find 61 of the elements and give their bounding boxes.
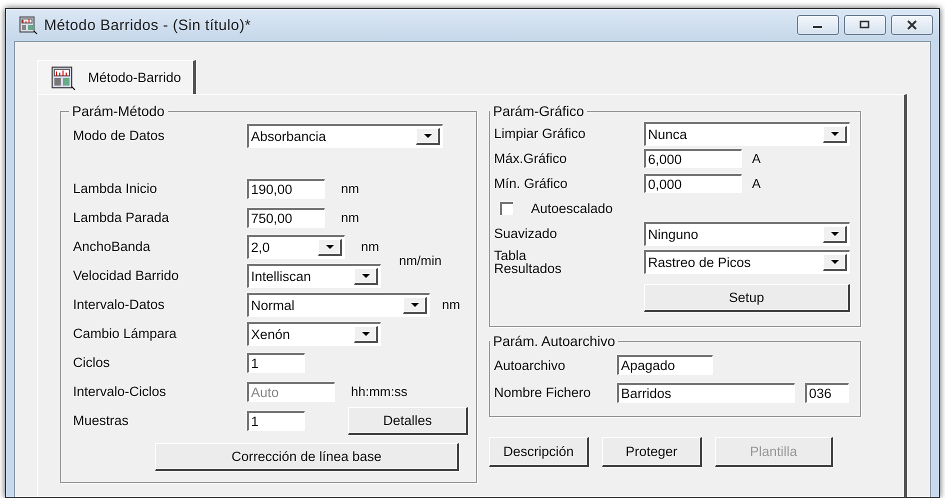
input-field[interactable]: 6,000 bbox=[644, 149, 742, 168]
details-button[interactable]: Detalles bbox=[348, 406, 468, 434]
unit-label: hh:mm:ss bbox=[351, 384, 408, 399]
input-field[interactable]: 1 bbox=[247, 410, 305, 430]
checkbox-label: Autoescalado bbox=[531, 201, 613, 216]
dropdown[interactable]: Rastreo de Picos bbox=[644, 250, 850, 274]
group-title: Parám. Autoarchivo bbox=[492, 333, 616, 349]
field-label: Lambda Parada bbox=[73, 210, 170, 225]
field-label: Lambda Inicio bbox=[73, 181, 158, 196]
field-label: Mín. Gráfico bbox=[494, 177, 569, 190]
unit-label: A bbox=[752, 176, 761, 191]
close-icon bbox=[906, 20, 918, 30]
file-number-field[interactable]: 036 bbox=[805, 383, 849, 403]
dialog-button[interactable]: Descripción bbox=[489, 437, 589, 467]
dropdown[interactable]: Xenón bbox=[247, 322, 381, 346]
input-field[interactable]: 190,00 bbox=[247, 178, 325, 198]
unit-label: nm bbox=[361, 239, 380, 254]
dialog-button[interactable]: Proteger bbox=[602, 437, 702, 467]
group-title: Parám-Gráfico bbox=[492, 103, 586, 119]
window-title: Método Barridos - (Sin título)* bbox=[44, 16, 252, 34]
instrument-icon bbox=[18, 15, 38, 35]
unit-label: nm/min bbox=[399, 253, 442, 268]
input-field[interactable]: 1 bbox=[247, 352, 305, 372]
dropdown[interactable]: Nunca bbox=[644, 122, 850, 146]
field-label: Cambio Lámpara bbox=[73, 326, 178, 341]
maximize-icon bbox=[859, 20, 871, 30]
input-field[interactable]: 750,00 bbox=[247, 208, 325, 228]
input-field[interactable]: 0,000 bbox=[644, 174, 742, 193]
field-label: Modo de Datos bbox=[73, 128, 166, 143]
tab[interactable]: Método-Barrido bbox=[37, 60, 196, 94]
autosave-field[interactable]: Apagado bbox=[617, 355, 713, 375]
field-label: Velocidad Barrido bbox=[73, 268, 180, 283]
field-label: Intervalo-Datos bbox=[73, 297, 166, 312]
dropdown[interactable]: Intelliscan bbox=[247, 264, 381, 288]
field-label: Suavizado bbox=[494, 227, 558, 240]
field-label: Limpiar Gráfico bbox=[494, 127, 587, 140]
group-title: Parám-Método bbox=[71, 103, 166, 119]
maximize-button[interactable] bbox=[844, 15, 886, 35]
instrument-icon bbox=[50, 64, 76, 90]
field-label: Tabla Resultados bbox=[494, 249, 563, 275]
field-label: Intervalo-Ciclos bbox=[73, 384, 168, 399]
unit-label: nm bbox=[341, 181, 360, 196]
field-label: Muestras bbox=[73, 413, 130, 428]
field-label: Autoarchivo bbox=[494, 358, 566, 372]
dropdown[interactable]: Normal bbox=[247, 292, 430, 316]
field-label: Máx.Gráfico bbox=[494, 152, 568, 165]
minimize-button[interactable] bbox=[797, 15, 839, 35]
unit-label: nm bbox=[341, 210, 360, 225]
unit-label: nm bbox=[442, 297, 460, 312]
dropdown[interactable]: Absorbancia bbox=[247, 124, 443, 148]
checkbox[interactable] bbox=[500, 202, 513, 215]
setup-button[interactable]: Setup bbox=[644, 284, 850, 312]
unit-label: A bbox=[752, 151, 761, 166]
dropdown[interactable]: Ninguno bbox=[644, 222, 850, 246]
close-button[interactable] bbox=[891, 15, 933, 35]
baseline-button[interactable]: Corrección de línea base bbox=[155, 443, 459, 471]
filename-field[interactable]: Barridos bbox=[617, 383, 795, 403]
field-label: AnchoBanda bbox=[73, 239, 152, 254]
dropdown[interactable]: 2,0 bbox=[247, 234, 345, 258]
field-label: Nombre Fichero bbox=[494, 386, 592, 400]
field-label: Ciclos bbox=[73, 355, 111, 370]
